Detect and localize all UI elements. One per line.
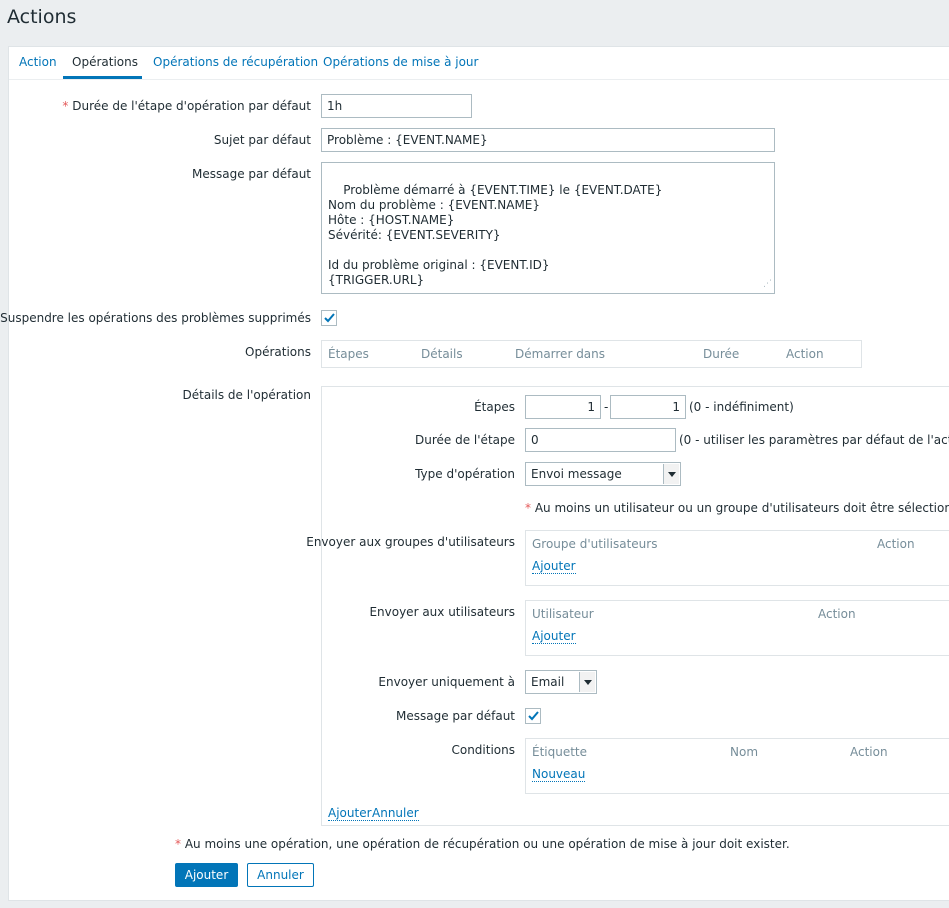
column-header: Action xyxy=(818,607,856,621)
users-label: Envoyer aux utilisateurs xyxy=(369,605,515,619)
steps-separator: - xyxy=(604,400,609,414)
user-groups-label: Envoyer aux groupes d'utilisateurs xyxy=(306,535,515,549)
send-only-to-select[interactable]: Email xyxy=(525,670,597,694)
pause-suppressed-checkbox[interactable] xyxy=(321,310,337,326)
message-text: Problème démarré à {EVENT.TIME} le {EVEN… xyxy=(328,183,663,287)
steps-from-input[interactable]: 1 xyxy=(525,395,601,419)
conditions-label: Conditions xyxy=(451,743,515,757)
column-header: Étapes xyxy=(328,347,369,361)
steps-label: Étapes xyxy=(474,400,515,414)
send-only-to-label: Envoyer uniquement à xyxy=(378,675,515,689)
cancel-operation-link[interactable]: Annuler xyxy=(372,806,419,821)
resize-handle-icon[interactable]: ⋰ xyxy=(763,277,772,292)
subject-input[interactable]: Problème : {EVENT.NAME} xyxy=(321,128,775,152)
operation-type-label: Type d'opération xyxy=(415,467,515,481)
operation-type-select[interactable]: Envoi message xyxy=(525,462,681,486)
operations-table: Étapes Détails Démarrer dans Durée Actio… xyxy=(321,340,862,368)
tab-action[interactable]: Action xyxy=(19,55,57,69)
column-header: Détails xyxy=(421,347,463,361)
op-step-duration-input[interactable]: 0 xyxy=(525,428,676,452)
column-header: Démarrer dans xyxy=(515,347,606,361)
column-header: Durée xyxy=(703,347,740,361)
form-panel: Action Opérations Opérations de récupéra… xyxy=(0,46,949,901)
column-header: Utilisateur xyxy=(532,607,594,621)
checkmark-icon xyxy=(528,711,539,721)
column-header: Action xyxy=(850,745,888,759)
op-step-duration-label: Durée de l'étape xyxy=(415,433,515,447)
operations-label: Opérations xyxy=(245,345,311,359)
cancel-button[interactable]: Annuler xyxy=(247,863,314,887)
checkmark-icon xyxy=(324,313,335,323)
chevron-down-icon xyxy=(663,464,679,484)
step-duration-input[interactable]: 1h xyxy=(321,94,472,118)
operation-details-label: Détails de l'opération xyxy=(182,388,311,402)
column-header: Action xyxy=(786,347,824,361)
step-duration-label: * Durée de l'étape d'opération par défau… xyxy=(62,99,311,113)
conditions-table: Étiquette Nom Action Nouveau xyxy=(525,738,949,794)
message-label: Message par défaut xyxy=(191,167,311,181)
new-condition-link[interactable]: Nouveau xyxy=(532,767,586,782)
active-tab-indicator xyxy=(63,76,142,79)
message-textarea[interactable]: Problème démarré à {EVENT.TIME} le {EVEN… xyxy=(321,162,775,294)
steps-to-input[interactable]: 1 xyxy=(610,395,686,419)
op-step-duration-hint: (0 - utiliser les paramètres par défaut … xyxy=(679,433,949,447)
column-header: Étiquette xyxy=(532,745,588,759)
default-message-label: Message par défaut xyxy=(395,709,515,723)
column-header: Groupe d'utilisateurs xyxy=(532,537,658,551)
users-table: Utilisateur Action Ajouter xyxy=(525,600,949,656)
add-operation-link[interactable]: Ajouter xyxy=(328,806,372,821)
operation-required-note: * Au moins une opération, une opération … xyxy=(175,837,790,851)
tab-recovery-operations[interactable]: Opérations de récupération xyxy=(153,55,318,69)
subject-label: Sujet par défaut xyxy=(213,133,311,147)
column-header: Action xyxy=(877,537,915,551)
column-header: Nom xyxy=(730,745,759,759)
add-user-group-link[interactable]: Ajouter xyxy=(532,559,576,574)
send-only-to-value: Email xyxy=(531,675,565,689)
operation-details-box: Étapes 1 - 1 (0 - indéfiniment) Durée de… xyxy=(306,386,949,826)
operation-type-value: Envoi message xyxy=(531,467,622,481)
user-required-note: * Au moins un utilisateur ou un groupe d… xyxy=(525,501,949,515)
chevron-down-icon xyxy=(579,672,595,692)
user-groups-table: Groupe d'utilisateurs Action Ajouter xyxy=(525,530,949,586)
page-title: Actions xyxy=(7,6,77,28)
steps-hint: (0 - indéfiniment) xyxy=(689,400,794,414)
pause-suppressed-label: Suspendre les opérations des problèmes s… xyxy=(0,311,311,325)
tab-operations[interactable]: Opérations xyxy=(72,55,138,69)
add-button[interactable]: Ajouter xyxy=(175,863,238,887)
add-user-link[interactable]: Ajouter xyxy=(532,629,576,644)
tab-bar: Action Opérations Opérations de récupéra… xyxy=(9,47,949,80)
default-message-checkbox[interactable] xyxy=(525,708,541,724)
tab-update-operations[interactable]: Opérations de mise à jour xyxy=(323,55,478,69)
